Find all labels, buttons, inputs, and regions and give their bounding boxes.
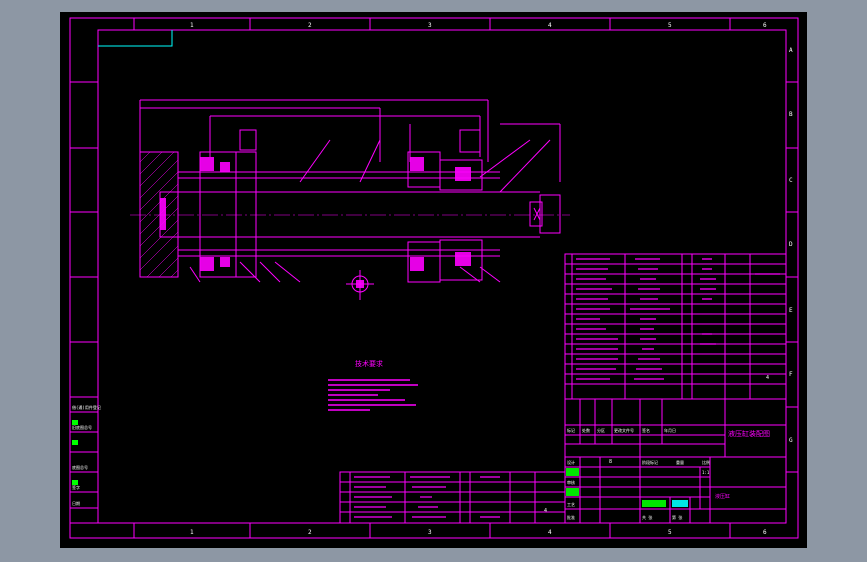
zone-label-top: 6 xyxy=(763,22,767,29)
svg-text:比例: 比例 xyxy=(702,459,710,465)
svg-text:年月日: 年月日 xyxy=(664,427,676,433)
corner-mark xyxy=(98,30,173,47)
tech-title: 技术要求 xyxy=(355,359,383,368)
zone-label-bottom: 4 xyxy=(548,529,552,536)
svg-text:审核: 审核 xyxy=(567,479,575,485)
zone-label-top: 2 xyxy=(308,22,312,29)
strip-label-1: 借(通)用件登记 xyxy=(72,404,101,410)
svg-text:处数: 处数 xyxy=(582,427,590,433)
title-block-labels: 标记 处数 分区 更改文件号 签名 年月日 设计 审核 工艺 批准 阶段标记 重… xyxy=(567,427,710,520)
cad-drawing: 1 2 3 4 5 6 1 2 3 4 5 6 A B C D E F G 借(通)用件登记 旧底图总号 底图总号 … xyxy=(69,17,799,539)
svg-text:批准: 批准 xyxy=(567,514,575,520)
zone-label-bottom: 3 xyxy=(428,529,432,536)
svg-text:标记: 标记 xyxy=(567,427,575,433)
svg-text:更改文件号: 更改文件号 xyxy=(614,427,634,433)
title-block-company: 液压缸 xyxy=(715,493,730,500)
svg-text:第 张: 第 张 xyxy=(672,514,682,520)
svg-text:8: 8 xyxy=(609,459,612,465)
zone-ticks xyxy=(70,18,798,538)
svg-text:签名: 签名 xyxy=(642,427,650,433)
zone-label-top: 5 xyxy=(668,22,672,29)
svg-text:重量: 重量 xyxy=(676,459,684,465)
svg-text:4: 4 xyxy=(544,508,547,514)
zone-label-bottom: 1 xyxy=(190,529,194,536)
strip-label-4: 签字 xyxy=(72,484,80,490)
svg-text:设计: 设计 xyxy=(567,459,575,465)
svg-text:4: 4 xyxy=(766,375,769,381)
parts-list-text xyxy=(576,258,780,380)
parts-list xyxy=(564,253,787,400)
svg-text:分区: 分区 xyxy=(597,427,605,433)
zone-label-bottom: 5 xyxy=(668,529,672,536)
svg-text:工艺: 工艺 xyxy=(567,502,575,507)
strip-label-3: 底图总号 xyxy=(72,464,88,470)
tech-notes xyxy=(328,379,418,411)
zone-label-top: 4 xyxy=(548,22,552,29)
sub-table-text xyxy=(354,476,500,518)
zone-label-right: G xyxy=(789,437,793,444)
zone-label-right: E xyxy=(789,307,793,314)
svg-text:阶段标记: 阶段标记 xyxy=(642,459,658,465)
zone-label-top: 1 xyxy=(190,22,194,29)
svg-text:共 张: 共 张 xyxy=(642,514,652,520)
svg-text:1:1: 1:1 xyxy=(702,470,710,475)
zone-label-right: B xyxy=(789,111,793,118)
zone-label-top: 3 xyxy=(428,22,432,29)
zone-label-right: C xyxy=(789,177,793,184)
section-details xyxy=(160,157,471,288)
title-block-name: 液压缸装配图 xyxy=(728,429,770,438)
cad-viewport[interactable]: 1 2 3 4 5 6 1 2 3 4 5 6 A B C D E F G 借(通)用件登记 旧底图总号 底图总号 … xyxy=(60,12,807,548)
zone-label-bottom: 2 xyxy=(308,529,312,536)
outer-border xyxy=(69,17,799,539)
cylinder-section xyxy=(130,99,570,300)
left-strip: 借(通)用件登记 旧底图总号 底图总号 签字 日期 xyxy=(69,396,101,524)
zone-label-right: D xyxy=(789,241,793,248)
zone-label-right: F xyxy=(789,371,793,378)
strip-label-2: 旧底图总号 xyxy=(72,424,92,430)
zone-label-right: A xyxy=(789,47,793,54)
zone-label-bottom: 6 xyxy=(763,529,767,536)
strip-label-5: 日期 xyxy=(72,500,80,506)
